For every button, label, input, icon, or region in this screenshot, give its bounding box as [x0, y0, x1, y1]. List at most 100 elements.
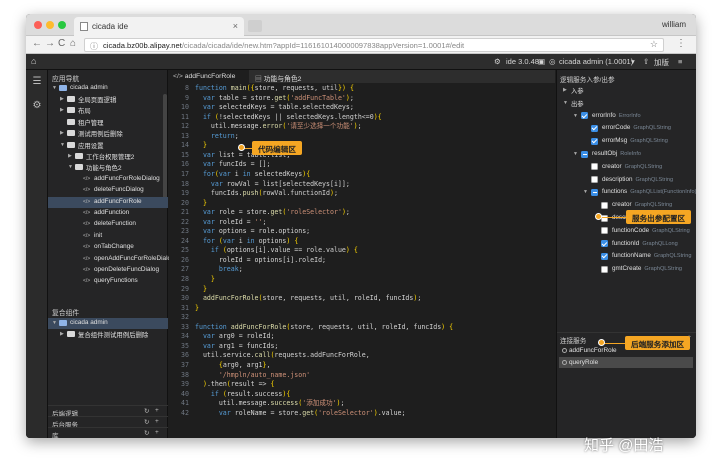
- code-line[interactable]: 22 var roleId = '';: [169, 218, 555, 228]
- tree-file-item[interactable]: </> openDeleteFuncDialog: [48, 265, 168, 276]
- tree-file-item[interactable]: </> addFunction: [48, 208, 168, 219]
- code-line[interactable]: 12 util.message.error('请至少选择一个功能');: [169, 122, 555, 132]
- code-line[interactable]: 17 for(var i in selectedKeys){: [169, 170, 555, 180]
- param-row[interactable]: ▶ 入参: [557, 84, 696, 97]
- new-tab-button[interactable]: [248, 20, 262, 32]
- code-line[interactable]: 27 break;: [169, 265, 555, 275]
- param-checkbox[interactable]: [591, 124, 598, 132]
- chevron-down-icon[interactable]: ▼: [60, 142, 65, 148]
- tree-file-item[interactable]: </> queryFunctions: [48, 276, 168, 287]
- param-row[interactable]: functionCode GraphQLString: [557, 225, 696, 238]
- chevron-down-icon[interactable]: ▼: [573, 113, 578, 119]
- refresh-icon[interactable]: ↻: [144, 407, 149, 415]
- forward-icon[interactable]: →: [45, 38, 55, 49]
- back-icon[interactable]: ←: [32, 38, 42, 49]
- param-row[interactable]: ▼ functions GraphQLList(FunctionInfo): [557, 186, 696, 199]
- chevron-right-icon[interactable]: ▶: [60, 130, 64, 136]
- tab-function-role[interactable]: ▤ 功能与角色2: [251, 70, 321, 83]
- chevron-right-icon[interactable]: ▶: [68, 153, 72, 159]
- tree-folder-item[interactable]: ▶ 测试用例后删除: [48, 128, 168, 139]
- tree-file-item[interactable]: </> addFuncForRoleDialog: [48, 174, 168, 185]
- home-icon[interactable]: ⌂: [31, 56, 36, 66]
- code-line[interactable]: 40 if (result.success){: [169, 390, 555, 400]
- profile-name[interactable]: william: [662, 20, 686, 29]
- code-line[interactable]: 23 var options = role.options;: [169, 227, 555, 237]
- tree-folder-item[interactable]: ▶ 复合组件测试用例后删除: [48, 329, 168, 340]
- param-row[interactable]: ▼ errorInfo ErrorInfo: [557, 110, 696, 123]
- chevron-down-icon[interactable]: ▼: [52, 320, 57, 326]
- param-row[interactable]: ▼ 出参: [557, 97, 696, 110]
- param-checkbox[interactable]: [601, 227, 608, 235]
- tab-addfuncforrole[interactable]: </> addFuncForRole: [169, 70, 249, 83]
- tree-file-item[interactable]: </> init: [48, 231, 168, 242]
- tree-file-item[interactable]: </> onTabChange: [48, 242, 168, 253]
- code-line[interactable]: 30 addFuncForRole(store, requests, util,…: [169, 294, 555, 304]
- share-icon[interactable]: ⇧: [643, 57, 649, 66]
- window-zoom-button[interactable]: [58, 21, 66, 29]
- chevron-down-icon[interactable]: ▼: [68, 164, 73, 170]
- param-checkbox[interactable]: [591, 137, 598, 145]
- code-line[interactable]: 18 var rowVal = list[selectedKeys[i]];: [169, 180, 555, 190]
- tree-folder-item[interactable]: ▶ 全局页面逻辑: [48, 94, 168, 105]
- chevron-down-icon[interactable]: ▼: [583, 189, 588, 195]
- chevron-down-icon[interactable]: ▼: [573, 151, 578, 157]
- param-row[interactable]: ▼ resultObj RoleInfo: [557, 148, 696, 161]
- code-line[interactable]: 19 funcIds.push(rowVal.functionId);: [169, 189, 555, 199]
- tab-close-icon[interactable]: ×: [233, 21, 238, 31]
- code-line[interactable]: 24 for (var i in options) {: [169, 237, 555, 247]
- bookmark-star-icon[interactable]: ☆: [650, 39, 658, 50]
- tree-file-item[interactable]: </> openAddFuncForRoleDialog: [48, 254, 175, 265]
- browser-tab[interactable]: cicada ide ×: [74, 17, 244, 36]
- code-line[interactable]: 26 roleId = options[i].roleId;: [169, 256, 555, 266]
- tree-folder-item[interactable]: 租户管理: [48, 117, 168, 128]
- settings-icon[interactable]: ⚙: [494, 57, 501, 66]
- tree-file-item[interactable]: </> deleteFunction: [48, 219, 168, 230]
- chevron-right-icon[interactable]: ▶: [60, 96, 64, 102]
- param-row[interactable]: descriptionGraphQLString: [557, 174, 696, 187]
- code-line[interactable]: 14 }: [169, 141, 555, 151]
- code-line[interactable]: 34 var arg0 = roleId;: [169, 332, 555, 342]
- code-line[interactable]: 20 }: [169, 199, 555, 209]
- param-checkbox[interactable]: [601, 201, 608, 209]
- code-line[interactable]: 10 var selectedKeys = table.selectedKeys…: [169, 103, 555, 113]
- code-line[interactable]: 16 var funcIds = [];: [169, 160, 555, 170]
- add-icon[interactable]: +: [155, 407, 159, 414]
- ide-version[interactable]: ide 3.0.48: [506, 57, 539, 66]
- app-selector[interactable]: cicada admin (1.0001): [559, 57, 633, 66]
- param-row[interactable]: errorCode GraphQLString: [557, 122, 696, 135]
- param-checkbox[interactable]: [601, 252, 608, 260]
- code-line[interactable]: 15 var list = table.list;: [169, 151, 555, 161]
- publish-button[interactable]: 加版: [654, 57, 669, 68]
- tree-folder-item[interactable]: ▼ 应用设置: [48, 140, 168, 151]
- explorer-icon[interactable]: ☰: [31, 76, 43, 88]
- param-row[interactable]: creator GraphQLString: [557, 161, 696, 174]
- code-line[interactable]: 31}: [169, 304, 555, 314]
- code-line[interactable]: 37 {arg0, arg1},: [169, 361, 555, 371]
- sidebar-bottom-section[interactable]: 后台服务 ↻ +: [48, 416, 168, 429]
- param-checkbox[interactable]: [591, 163, 598, 171]
- reload-icon[interactable]: C: [58, 38, 65, 49]
- tree-folder-item[interactable]: ▶ 布局: [48, 105, 168, 116]
- window-close-button[interactable]: [34, 21, 42, 29]
- info-icon[interactable]: ⓘ: [90, 41, 98, 51]
- url-input[interactable]: ⓘ cicada.bz00b.alipay.net/cicada/cicada/…: [84, 38, 664, 52]
- code-line[interactable]: 39 ).then(result => {: [169, 380, 555, 390]
- composite-app-root[interactable]: ▼ cicada admin: [48, 318, 168, 329]
- code-line[interactable]: 8 function main({store, requests, util}) …: [169, 84, 555, 94]
- add-icon[interactable]: +: [155, 429, 159, 436]
- tree-folder-item[interactable]: ▶ 工作台权限管理2: [48, 151, 168, 162]
- code-line[interactable]: 42 var roleName = store.get('roleSelecto…: [169, 409, 555, 419]
- add-icon[interactable]: +: [155, 418, 159, 425]
- code-line[interactable]: 25 if (options[i].value == role.value) {: [169, 246, 555, 256]
- code-line[interactable]: 9 var table = store.get('addFuncTable');: [169, 94, 555, 104]
- sidebar-bottom-section[interactable]: 库 ↻ +: [48, 427, 168, 438]
- chevron-right-icon[interactable]: ▶: [60, 107, 64, 113]
- tree-app-root[interactable]: ▼ cicada admin: [48, 83, 168, 94]
- code-line[interactable]: 11 if (!selectedKeys || selectedKeys.len…: [169, 113, 555, 123]
- chevron-right-icon[interactable]: ▶: [563, 87, 567, 93]
- code-line[interactable]: 35 var arg1 = funcIds;: [169, 342, 555, 352]
- code-line[interactable]: 36 util.service.call(requests.addFuncFor…: [169, 351, 555, 361]
- param-row[interactable]: errorMsg GraphQLString: [557, 135, 696, 148]
- tree-folder-item[interactable]: ▼ 功能与角色2: [48, 162, 168, 173]
- browser-menu-icon[interactable]: ⋮: [676, 38, 686, 49]
